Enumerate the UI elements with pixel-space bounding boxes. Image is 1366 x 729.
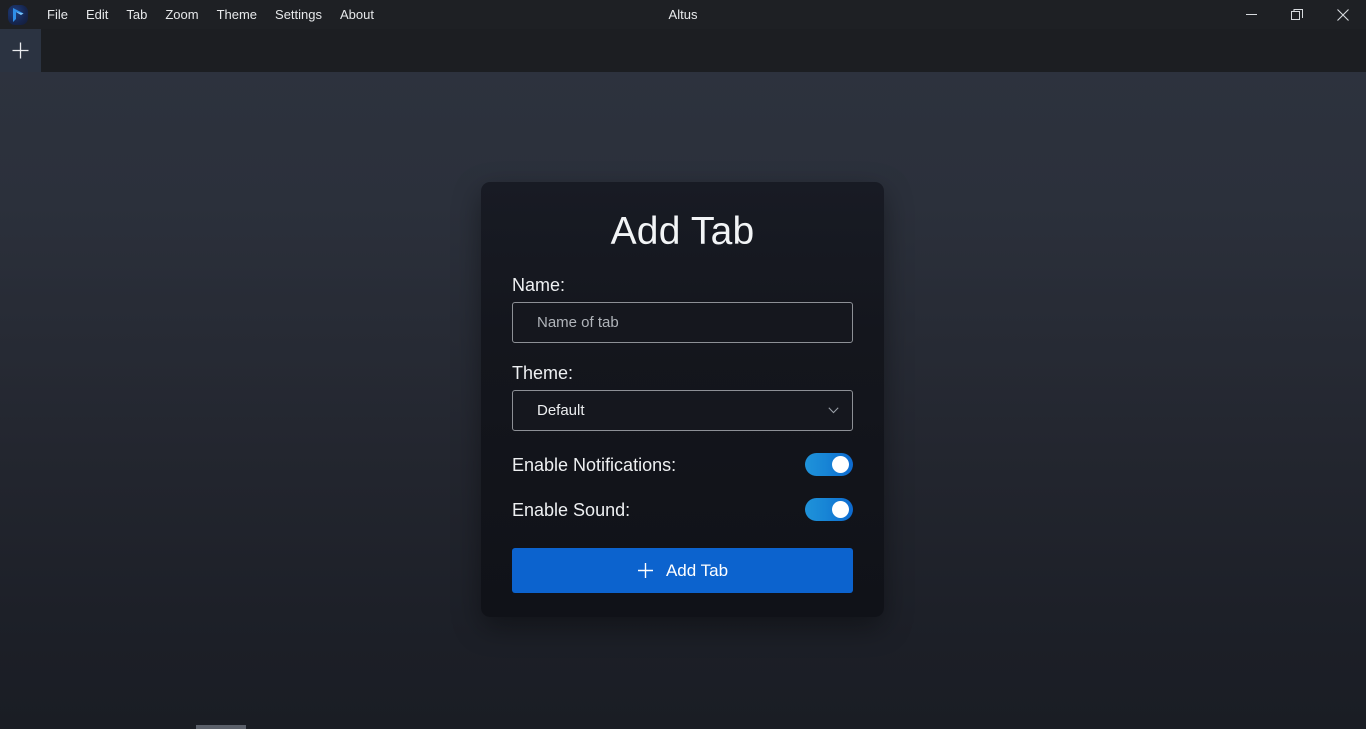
add-tab-dialog: Add Tab Name: Theme: Default Enable Noti…: [481, 182, 884, 617]
add-tab-submit-button[interactable]: Add Tab: [512, 548, 853, 593]
theme-select-value: Default: [537, 402, 585, 419]
add-tab-button[interactable]: [0, 29, 41, 72]
theme-select-wrapper: Default: [512, 390, 853, 431]
theme-field-label: Theme:: [512, 363, 574, 383]
app-window: File Edit Tab Zoom Theme Settings About …: [0, 0, 1366, 729]
menu-bar: File Edit Tab Zoom Theme Settings About: [38, 0, 383, 29]
restore-button[interactable]: [1274, 0, 1320, 29]
theme-select[interactable]: Default: [512, 390, 853, 431]
close-button[interactable]: [1320, 0, 1366, 29]
close-icon: [1337, 8, 1349, 21]
plus-icon: [637, 563, 653, 578]
menu-item-tab[interactable]: Tab: [117, 3, 156, 26]
menu-item-theme[interactable]: Theme: [208, 3, 266, 26]
name-input[interactable]: [512, 302, 853, 343]
title-bar: File Edit Tab Zoom Theme Settings About …: [0, 0, 1366, 29]
notifications-toggle[interactable]: [805, 453, 853, 476]
add-tab-submit-label: Add Tab: [665, 560, 729, 580]
sound-row: Enable Sound:: [512, 498, 853, 521]
plus-icon: [12, 42, 29, 59]
restore-icon: [1291, 8, 1303, 20]
window-controls: [1228, 0, 1366, 29]
minimize-button[interactable]: [1228, 0, 1274, 29]
bottom-scroll-indicator[interactable]: [196, 725, 246, 729]
altus-logo-icon: [8, 4, 28, 25]
notifications-row: Enable Notifications:: [512, 453, 853, 476]
tab-bar: [0, 29, 1366, 72]
dialog-title: Add Tab: [610, 210, 755, 253]
minimize-icon: [1245, 14, 1257, 15]
menu-item-edit[interactable]: Edit: [77, 3, 117, 26]
toggle-knob: [832, 501, 849, 518]
notifications-label: Enable Notifications:: [512, 454, 677, 475]
sound-toggle[interactable]: [805, 498, 853, 521]
toggle-knob: [832, 456, 849, 473]
sound-label: Enable Sound:: [512, 499, 631, 520]
menu-item-settings[interactable]: Settings: [266, 3, 331, 26]
menu-item-about[interactable]: About: [331, 3, 383, 26]
name-field-label: Name:: [512, 275, 566, 295]
menu-item-file[interactable]: File: [38, 3, 77, 26]
menu-item-zoom[interactable]: Zoom: [156, 3, 207, 26]
